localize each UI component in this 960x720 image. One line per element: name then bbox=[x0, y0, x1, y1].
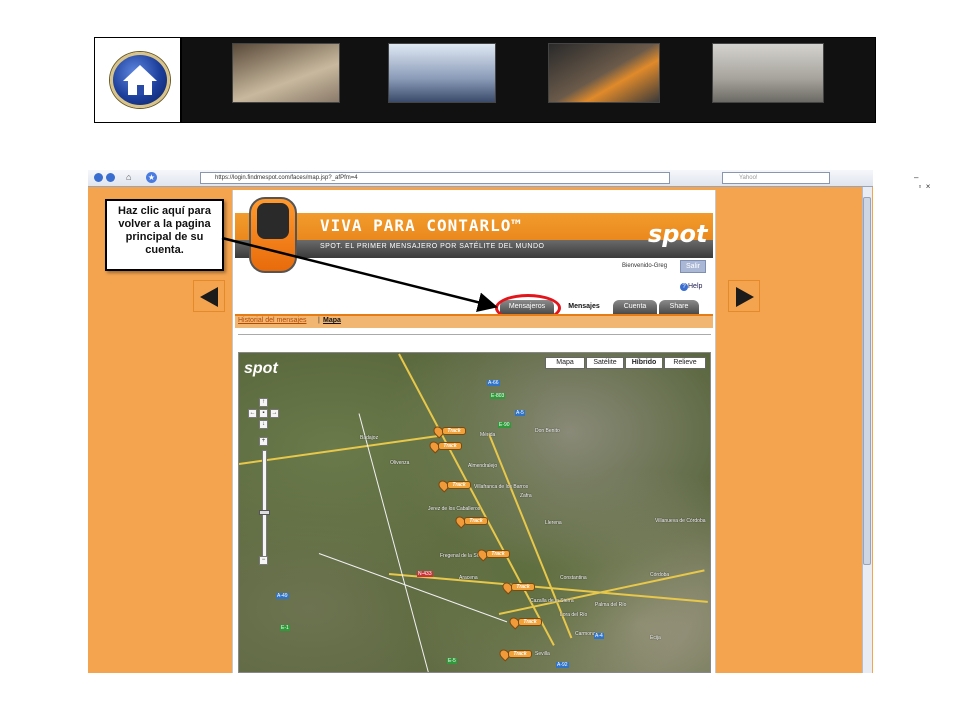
callout-pointer-arrow bbox=[221, 236, 498, 313]
arrow-left-icon bbox=[200, 287, 218, 307]
next-slide-button[interactable] bbox=[728, 280, 760, 312]
arrow-right-icon bbox=[736, 287, 754, 307]
previous-slide-button[interactable] bbox=[193, 280, 225, 312]
